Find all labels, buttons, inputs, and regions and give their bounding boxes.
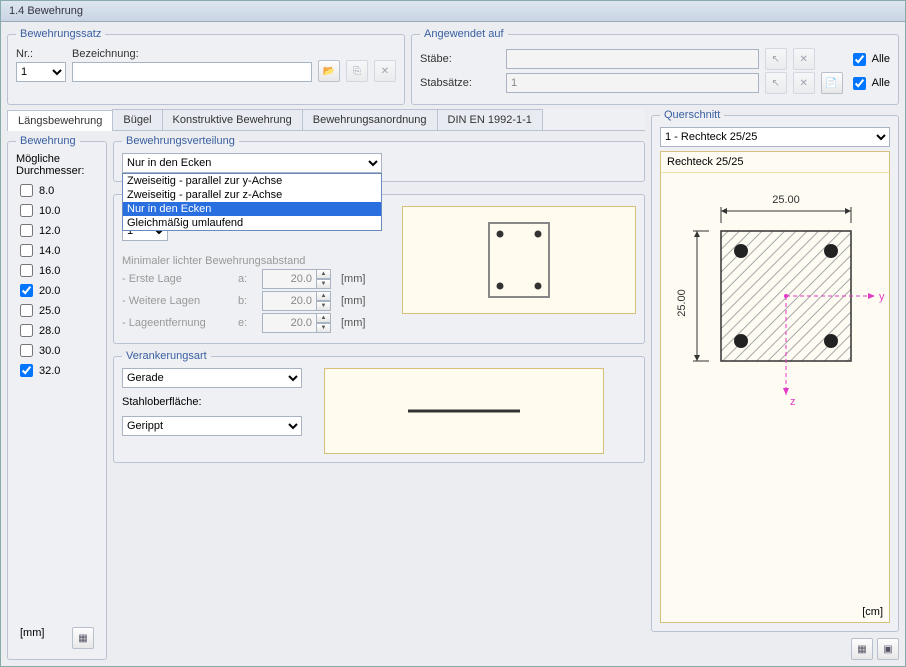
main-row: Längsbewehrung Bügel Konstruktive Bewehr… — [7, 109, 899, 660]
diam-10[interactable]: 10.0 — [16, 201, 98, 220]
unit-b: [mm] — [341, 295, 365, 307]
window-title: 1.4 Bewehrung — [1, 1, 905, 22]
diameter-list: 8.0 10.0 12.0 14.0 16.0 20.0 25.0 28.0 3… — [16, 177, 98, 380]
unit-mm: [mm] — [20, 627, 44, 649]
tab-bar: Längsbewehrung Bügel Konstruktive Bewehr… — [7, 109, 645, 131]
group-angewendet: Angewendet auf Stäbe: ↖ ✕ Alle Stabsätze… — [411, 28, 899, 105]
dd-option-ecken[interactable]: Nur in den Ecken — [123, 202, 381, 216]
unit-cm: [cm] — [862, 606, 883, 618]
checkbox-alle-stabsatze[interactable]: Alle — [849, 74, 890, 93]
querschnitt-title: Rechteck 25/25 — [661, 152, 889, 173]
app-window: 1.4 Bewehrung Bewehrungssatz Nr.: 1 Beze… — [0, 0, 906, 667]
axis-y: y — [879, 291, 885, 303]
unit-a: [mm] — [341, 273, 365, 285]
clear-stabsatze-icon[interactable]: ✕ — [793, 72, 815, 94]
select-nr[interactable]: 1 — [16, 62, 66, 82]
select-querschnitt[interactable]: 1 - Rechteck 25/25 — [660, 127, 890, 147]
spinner-a[interactable]: ▲▼ — [262, 269, 331, 289]
group-bewehrungssatz: Bewehrungssatz Nr.: 1 Bezeichnung: 📂 ⎘ — [7, 28, 405, 105]
spinner-b[interactable]: ▲▼ — [262, 291, 331, 311]
diam-library-icon[interactable]: ▦ — [72, 627, 94, 649]
spinner-e[interactable]: ▲▼ — [262, 313, 331, 333]
diam-8[interactable]: 8.0 — [16, 181, 98, 200]
right-footer: ▦ ▣ — [651, 638, 899, 660]
label-nr: Nr.: — [16, 48, 66, 60]
right-column: Querschnitt 1 - Rechteck 25/25 Rechteck … — [651, 109, 899, 660]
label-weitere-lagen: - Weitere Lagen — [122, 295, 232, 307]
dd-option-z-achse[interactable]: Zweiseitig - parallel zur z-Achse — [123, 188, 381, 202]
dd-option-umlaufend[interactable]: Gleichmäßig umlaufend — [123, 216, 381, 230]
diam-32[interactable]: 32.0 — [16, 361, 98, 380]
anchor-straight-icon — [404, 406, 524, 416]
preview-section — [402, 206, 636, 314]
legend-bewehrung: Bewehrung — [16, 135, 80, 147]
label-stahloberflache: Stahloberfläche: — [122, 396, 304, 408]
diam-28[interactable]: 28.0 — [16, 321, 98, 340]
label-bezeichnung: Bezeichnung: — [72, 48, 312, 60]
view-3d-icon[interactable]: ▣ — [877, 638, 899, 660]
group-verankerung: Verankerungsart Gerade Stahloberfläche: … — [113, 350, 645, 463]
axis-z: z — [790, 396, 796, 408]
diam-footer: [mm] ▦ — [16, 625, 98, 651]
tab-anordnung[interactable]: Bewehrungsanordnung — [302, 109, 438, 130]
section-rect-icon — [483, 217, 555, 303]
delete-icon[interactable]: ✕ — [374, 60, 396, 82]
tab-langsbewehrung[interactable]: Längsbewehrung — [7, 110, 113, 131]
preview-anchor — [324, 368, 604, 454]
diam-30[interactable]: 30.0 — [16, 341, 98, 360]
tab-din[interactable]: DIN EN 1992-1-1 — [437, 109, 543, 130]
dd-option-y-achse[interactable]: Zweiseitig - parallel zur y-Achse — [123, 174, 381, 188]
middle-column: Bewehrungsverteilung Nur in den Ecken Zw… — [113, 135, 645, 660]
tab-konstruktiv[interactable]: Konstruktive Bewehrung — [162, 109, 303, 130]
dropdown-verteilung-list: Zweiseitig - parallel zur y-Achse Zweise… — [122, 173, 382, 231]
group-bewehrung: Bewehrung Mögliche Durchmesser: 8.0 10.0… — [7, 135, 107, 660]
sym-a: a: — [238, 273, 256, 285]
new-stabsatz-icon[interactable]: 📄 — [821, 72, 843, 94]
diam-20[interactable]: 20.0 — [16, 281, 98, 300]
view-details-icon[interactable]: ▦ — [851, 638, 873, 660]
pick-stabsatze-icon[interactable]: ↖ — [765, 72, 787, 94]
legend-verankerung: Verankerungsart — [122, 350, 211, 362]
group-verteilung: Bewehrungsverteilung Nur in den Ecken Zw… — [113, 135, 645, 182]
label-durchmesser: Mögliche Durchmesser: — [16, 153, 98, 177]
window-content: Bewehrungssatz Nr.: 1 Bezeichnung: 📂 ⎘ — [1, 22, 905, 666]
select-verteilung[interactable]: Nur in den Ecken — [122, 153, 382, 173]
legend-querschnitt: Querschnitt — [660, 109, 724, 121]
input-stabsatze[interactable] — [506, 73, 759, 93]
clear-stabe-icon[interactable]: ✕ — [793, 48, 815, 70]
label-erste-lage: - Erste Lage — [122, 273, 232, 285]
unit-e: [mm] — [341, 317, 365, 329]
select-stahloberflache[interactable]: Gerippt — [122, 416, 302, 436]
legend-verteilung: Bewehrungsverteilung — [122, 135, 239, 147]
sym-b: b: — [238, 295, 256, 307]
label-lageentfernung: - Lageentfernung — [122, 317, 232, 329]
diam-14[interactable]: 14.0 — [16, 241, 98, 260]
label-stabe: Stäbe: — [420, 53, 500, 65]
left-block: Längsbewehrung Bügel Konstruktive Bewehr… — [7, 109, 645, 660]
cross-section-drawing: 25.00 25.00 y — [661, 173, 889, 433]
checkbox-alle-stabe[interactable]: Alle — [849, 50, 890, 69]
diam-12[interactable]: 12.0 — [16, 221, 98, 240]
dim-height: 25.00 — [676, 289, 688, 317]
select-verankerung-type[interactable]: Gerade — [122, 368, 302, 388]
querschnitt-preview: Rechteck 25/25 25.00 25.00 — [660, 151, 890, 623]
dim-width: 25.00 — [772, 194, 800, 206]
pick-stabe-icon[interactable]: ↖ — [765, 48, 787, 70]
tab-bugel[interactable]: Bügel — [112, 109, 162, 130]
legend-angewendet: Angewendet auf — [420, 28, 508, 40]
copy-icon[interactable]: ⎘ — [346, 60, 368, 82]
diam-16[interactable]: 16.0 — [16, 261, 98, 280]
sym-e: e: — [238, 317, 256, 329]
label-abstand-header: Minimaler lichter Bewehrungsabstand — [122, 255, 382, 267]
label-stabsatze: Stabsätze: — [420, 77, 500, 89]
legend-bewehrungssatz: Bewehrungssatz — [16, 28, 105, 40]
group-querschnitt: Querschnitt 1 - Rechteck 25/25 Rechteck … — [651, 109, 899, 632]
input-bezeichnung[interactable] — [72, 62, 312, 82]
diam-25[interactable]: 25.0 — [16, 301, 98, 320]
folder-open-icon[interactable]: 📂 — [318, 60, 340, 82]
input-stabe[interactable] — [506, 49, 759, 69]
top-row: Bewehrungssatz Nr.: 1 Bezeichnung: 📂 ⎘ — [7, 28, 899, 105]
